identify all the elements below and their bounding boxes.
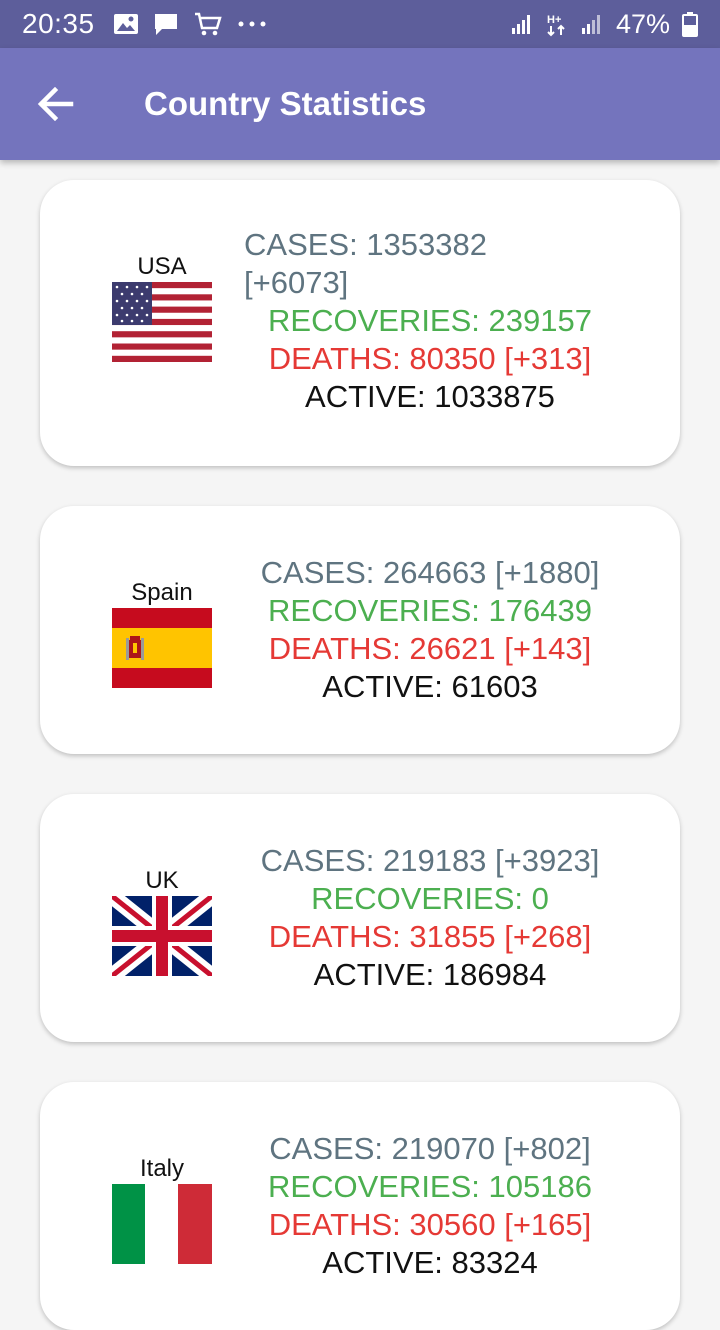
status-bar: 20:35 H+ 47% bbox=[0, 0, 720, 48]
more-notifications-icon bbox=[238, 21, 266, 27]
page-title: Country Statistics bbox=[144, 85, 427, 122]
data-hplus-icon: H+ bbox=[547, 14, 565, 37]
country-card-uk[interactable]: UK CASES: 219183 [+3923] RECOVERIES: 0 D… bbox=[40, 794, 680, 1042]
active-stat: ACTIVE: 1033875 bbox=[305, 379, 555, 414]
cases-stat: CASES: 219183 [+3923] bbox=[260, 843, 600, 878]
country-name: USA bbox=[137, 253, 187, 280]
recoveries-stat: RECOVERIES: 0 bbox=[311, 881, 549, 916]
signal-icon-2 bbox=[581, 15, 600, 34]
italy-flag-icon bbox=[112, 1184, 212, 1264]
cases-stat: CASES: 264663 [+1880] bbox=[260, 555, 600, 590]
country-name: UK bbox=[145, 867, 179, 894]
notification-icons bbox=[113, 11, 267, 37]
active-stat: ACTIVE: 83324 bbox=[322, 1245, 538, 1280]
message-icon bbox=[154, 14, 177, 35]
country-card-spain[interactable]: Spain CASES: 264663 [+1880] RECOVERIES: … bbox=[40, 506, 680, 754]
back-button[interactable] bbox=[26, 74, 86, 134]
battery-percentage: 47% bbox=[615, 8, 670, 39]
svg-text:H+: H+ bbox=[547, 14, 561, 26]
system-icons: H+ 47% bbox=[510, 9, 698, 40]
usa-flag-icon bbox=[112, 282, 212, 362]
app-bar: Country Statistics bbox=[0, 48, 720, 160]
shopping-cart-icon bbox=[194, 12, 222, 36]
country-name: Italy bbox=[139, 1155, 184, 1182]
cases-stat: CASES: 219070 [+802] bbox=[269, 1131, 591, 1166]
gallery-icon bbox=[113, 14, 138, 34]
spain-flag-icon bbox=[112, 608, 212, 688]
cases-delta: [+6073] bbox=[244, 265, 349, 300]
status-time: 20:35 bbox=[22, 8, 95, 39]
country-card-italy[interactable]: Italy CASES: 219070 [+802] RECOVERIES: 1… bbox=[40, 1082, 680, 1330]
country-card-usa[interactable]: USA CASES: 1353382 [+6073] RECOVERIES: 2… bbox=[40, 180, 680, 466]
country-name: Spain bbox=[131, 579, 193, 606]
recoveries-stat: RECOVERIES: 176439 bbox=[268, 593, 592, 628]
deaths-stat: DEATHS: 31855 [+268] bbox=[268, 919, 592, 954]
active-stat: ACTIVE: 186984 bbox=[313, 957, 547, 992]
recoveries-stat: RECOVERIES: 105186 bbox=[268, 1169, 592, 1204]
deaths-stat: DEATHS: 80350 [+313] bbox=[268, 341, 592, 376]
signal-icon bbox=[511, 15, 530, 34]
deaths-stat: DEATHS: 30560 [+165] bbox=[268, 1207, 592, 1242]
active-stat: ACTIVE: 61603 bbox=[322, 669, 538, 704]
arrow-back-icon bbox=[37, 87, 74, 121]
cases-stat: CASES: 1353382 bbox=[244, 227, 488, 262]
uk-flag-icon bbox=[112, 896, 212, 976]
deaths-stat: DEATHS: 26621 [+143] bbox=[268, 631, 592, 666]
battery-icon bbox=[682, 12, 698, 37]
recoveries-stat: RECOVERIES: 239157 bbox=[268, 303, 592, 338]
